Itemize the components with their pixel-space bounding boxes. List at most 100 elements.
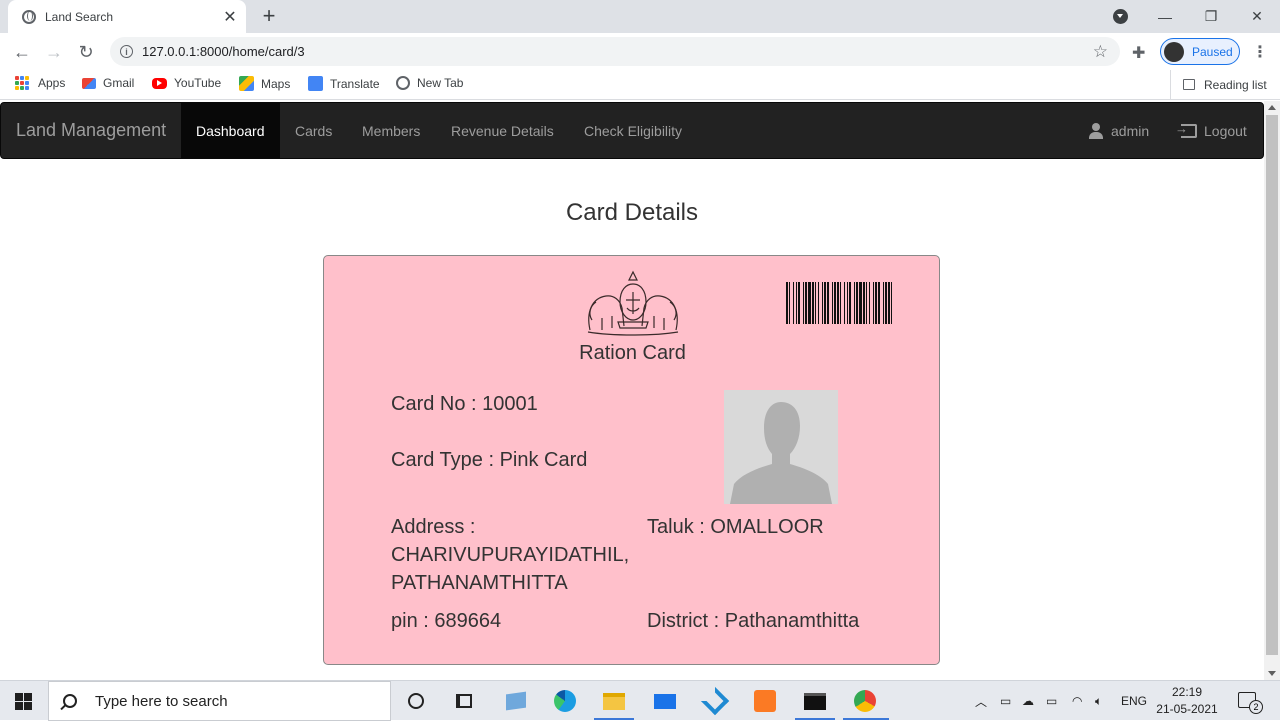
windows-taskbar: Type here to search ︿ ▭ ☁ ▭ ◠ 🔈︎ ENG 22:… <box>0 680 1280 721</box>
top-navbar: Land Management Dashboard Cards Members … <box>0 102 1264 159</box>
address-line-2: PATHANAMTHITTA <box>391 572 568 594</box>
scroll-thumb[interactable] <box>1266 115 1278 655</box>
member-photo-placeholder <box>724 390 838 504</box>
page-scrollbar[interactable] <box>1264 101 1280 680</box>
tab-search-icon[interactable] <box>1113 9 1128 24</box>
windows-start-icon[interactable] <box>15 693 32 710</box>
volume-icon[interactable]: 🔈︎ <box>1095 681 1102 721</box>
back-button[interactable]: ← <box>10 40 34 64</box>
avatar <box>1164 41 1184 62</box>
battery-icon[interactable]: ▭ <box>1046 681 1057 721</box>
barcode-icon <box>786 282 892 324</box>
browser-tab[interactable]: Land Search ✕ <box>8 0 246 33</box>
nav-dashboard[interactable]: Dashboard <box>181 103 280 158</box>
file-explorer-icon[interactable] <box>600 687 628 715</box>
address-label: Address : <box>391 516 476 538</box>
xampp-icon[interactable] <box>751 687 779 715</box>
ration-card: Ration Card Card No : 10001 Card Type : … <box>323 255 940 665</box>
clock[interactable]: 22:19 21-05-2021 <box>1152 684 1222 718</box>
bookmarks-bar: Apps Gmail YouTube Maps Translate New Ta… <box>0 70 1280 100</box>
district: District : Pathanamthitta <box>647 610 860 632</box>
user-menu[interactable]: admin <box>1089 103 1149 158</box>
address-bar[interactable]: i 127.0.0.1:8000/home/card/3 ☆ <box>110 37 1120 66</box>
card-type: Card Type : Pink Card <box>391 449 588 471</box>
forward-button[interactable]: → <box>42 40 66 64</box>
extensions-puzzle-icon[interactable]: ✚ <box>1132 43 1145 63</box>
bookmark-translate[interactable]: Translate <box>308 76 380 91</box>
user-icon <box>1089 122 1103 139</box>
cortana-icon[interactable] <box>402 687 430 715</box>
nav-check-eligibility[interactable]: Check Eligibility <box>569 103 697 158</box>
nav-revenue-details[interactable]: Revenue Details <box>436 103 569 158</box>
translate-icon <box>308 76 323 91</box>
bookmark-new-tab[interactable]: New Tab <box>396 76 463 90</box>
reading-list-label: Reading list <box>1204 77 1267 92</box>
bookmark-apps[interactable]: Apps <box>15 76 65 90</box>
vscode-icon[interactable] <box>700 686 730 716</box>
profile-button[interactable]: Paused <box>1160 38 1240 65</box>
card-number: Card No : 10001 <box>391 393 538 415</box>
nav-members[interactable]: Members <box>347 103 435 158</box>
apps-grid-icon <box>15 76 29 90</box>
browser-tab-bar: Land Search ✕ + — ❐ ✕ <box>0 0 1280 33</box>
bookmark-youtube[interactable]: YouTube <box>152 76 221 90</box>
page-viewport: Land Management Dashboard Cards Members … <box>0 101 1280 680</box>
clock-date: 21-05-2021 <box>1156 702 1218 716</box>
globe-icon <box>396 76 410 90</box>
bookmark-label: New Tab <box>417 76 464 90</box>
scroll-up-arrow-icon[interactable] <box>1268 105 1276 110</box>
minimize-button[interactable]: — <box>1142 0 1188 33</box>
close-tab-icon[interactable]: ✕ <box>222 7 238 27</box>
terminal-icon[interactable] <box>801 687 829 715</box>
logout-label: Logout <box>1204 122 1247 139</box>
bookmark-label: Translate <box>330 76 380 91</box>
bookmark-label: Apps <box>38 76 66 90</box>
bookmark-label: Maps <box>261 76 291 91</box>
url-text[interactable]: 127.0.0.1:8000/home/card/3 <box>142 44 305 59</box>
card-title: Ration Card <box>579 342 686 364</box>
browser-toolbar: ← → ↻ i 127.0.0.1:8000/home/card/3 ☆ ✚ P… <box>0 33 1280 70</box>
clock-time: 22:19 <box>1171 685 1203 699</box>
notification-center-icon[interactable]: 2 <box>1238 692 1263 714</box>
gmail-icon <box>82 77 96 89</box>
maps-icon <box>239 76 254 91</box>
bookmark-star-icon[interactable]: ☆ <box>1093 42 1108 62</box>
logout-icon <box>1175 121 1197 138</box>
tray-overflow-icon[interactable]: ︿ <box>975 681 987 721</box>
edge-browser-icon[interactable] <box>551 687 579 715</box>
wifi-icon[interactable]: ◠ <box>1072 681 1082 721</box>
nav-cards[interactable]: Cards <box>280 103 347 158</box>
mail-icon[interactable] <box>651 687 679 715</box>
chrome-icon[interactable] <box>851 687 879 715</box>
tab-title: Land Search <box>45 9 114 24</box>
search-icon <box>63 694 77 708</box>
language-indicator[interactable]: ENG <box>1121 681 1147 721</box>
onedrive-icon[interactable]: ☁ <box>1022 681 1034 721</box>
search-placeholder: Type here to search <box>95 692 228 710</box>
restore-button[interactable]: ❐ <box>1188 0 1234 33</box>
bookmark-gmail[interactable]: Gmail <box>82 76 134 90</box>
menu-kebab-icon[interactable]: ⋮ <box>1252 42 1268 62</box>
person-silhouette-icon <box>730 402 832 504</box>
pin-code: pin : 689664 <box>391 610 502 632</box>
bookmark-label: Gmail <box>103 76 135 90</box>
file-manager-icon[interactable] <box>502 687 530 715</box>
brand-link[interactable]: Land Management <box>16 120 166 141</box>
close-window-button[interactable]: ✕ <box>1234 0 1280 33</box>
site-info-icon[interactable]: i <box>120 45 133 58</box>
reading-list-icon <box>1183 79 1195 90</box>
reload-button[interactable]: ↻ <box>74 40 98 64</box>
notification-count: 2 <box>1249 700 1263 714</box>
scroll-down-arrow-icon[interactable] <box>1268 671 1276 676</box>
meet-now-icon[interactable]: ▭ <box>1000 681 1011 721</box>
youtube-icon <box>152 77 167 89</box>
logout-link[interactable]: Logout <box>1175 103 1247 158</box>
page-title: Card Details <box>565 199 699 226</box>
taskbar-search-box[interactable]: Type here to search <box>48 681 391 721</box>
bookmark-label: YouTube <box>174 76 222 90</box>
task-view-icon[interactable] <box>450 687 478 715</box>
state-emblem-icon <box>587 270 679 336</box>
new-tab-button[interactable]: + <box>258 4 280 28</box>
reading-list-button[interactable]: Reading list <box>1170 70 1267 99</box>
bookmark-maps[interactable]: Maps <box>239 76 290 91</box>
